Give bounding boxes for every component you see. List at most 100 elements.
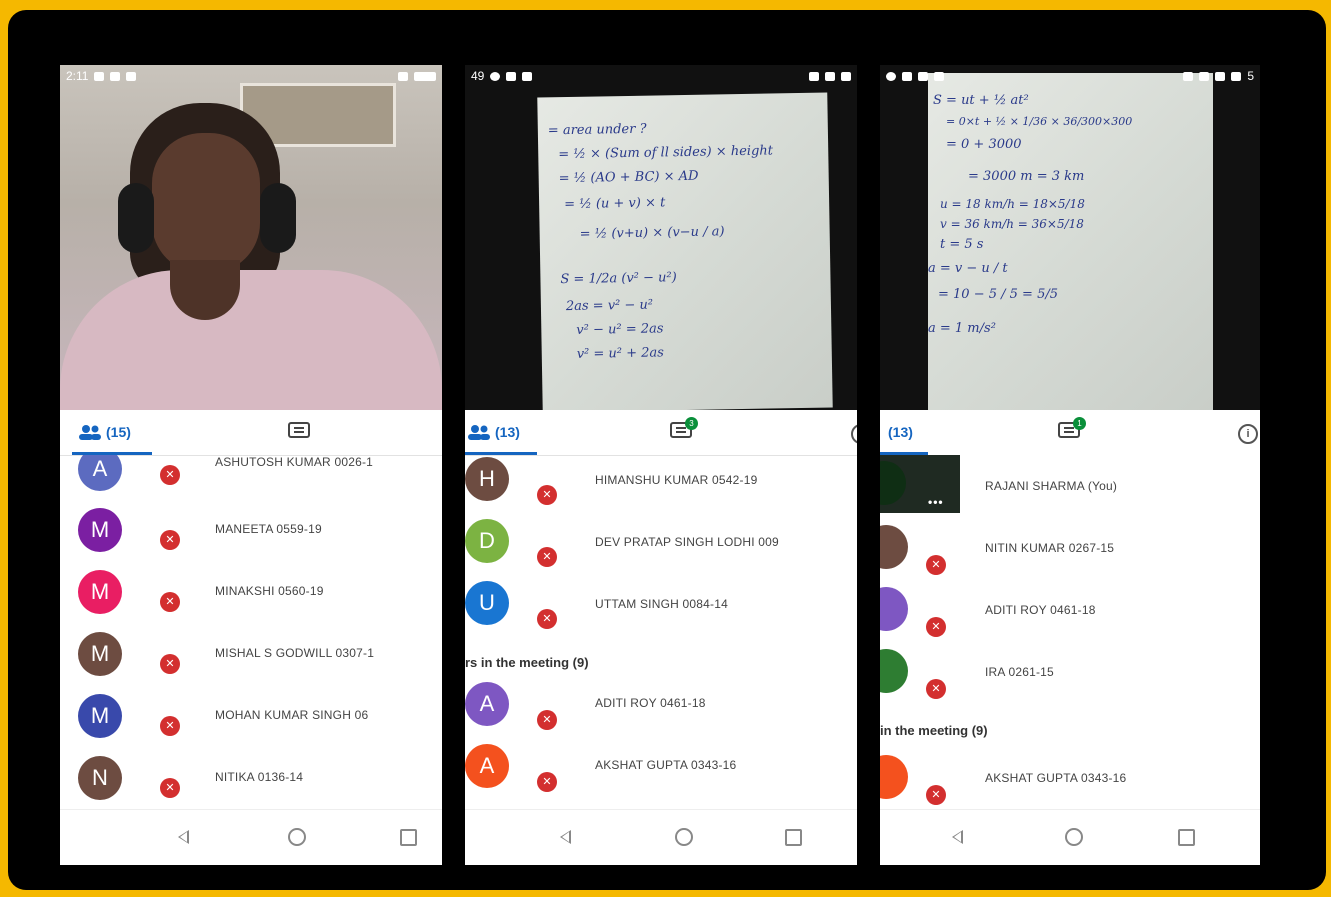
tab-participants[interactable]: (13): [467, 418, 520, 446]
mic-off-icon: ✕: [160, 530, 180, 550]
mic-off-icon: ✕: [160, 654, 180, 674]
recent-apps-icon[interactable]: [400, 829, 417, 846]
home-icon[interactable]: [1065, 828, 1083, 846]
board-line: = ½ × (Sum of ll sides) × height: [558, 143, 774, 163]
chat-icon[interactable]: [288, 422, 310, 438]
list-item[interactable]: ✕ AKSHAT GUPTA 0343-16: [880, 749, 1260, 810]
panel-tabs: (15): [60, 410, 442, 456]
mic-status-icon: [110, 71, 121, 81]
board-line: = area under ?: [547, 121, 647, 139]
mic-off-icon: ✕: [160, 716, 180, 736]
status-bar: 5: [880, 65, 1260, 87]
participant-name: DEV PRATAP SINGH LODHI 009: [595, 535, 779, 549]
participant-name: NITIKA 0136-14: [215, 770, 304, 784]
board-line: u = 18 km/h = 18×5/18: [940, 197, 1085, 211]
list-item[interactable]: D ✕ DEV PRATAP SINGH LODHI 009: [465, 519, 857, 581]
info-icon[interactable]: i: [851, 424, 857, 444]
list-item[interactable]: A ✕ ASHUTOSH KUMAR 0026-1: [60, 455, 442, 509]
phone-screen-3: S = ut + ½ at² = 0×t + ½ × 1/36 × 36/300…: [880, 65, 1260, 865]
people-icon: [79, 425, 101, 440]
participant-name: HIMANSHU KUMAR 0542-19: [595, 473, 758, 487]
board-line: a = 1 m/s²: [928, 321, 996, 336]
chat-icon[interactable]: 1: [1058, 417, 1086, 438]
tab-participants[interactable]: (13): [888, 418, 913, 446]
headphone-right: [260, 183, 296, 253]
section-header: in the meeting (9): [880, 723, 988, 738]
chat-badge: 3: [685, 417, 698, 430]
list-item[interactable]: N ✕ NITIKA 0136-14: [60, 756, 442, 810]
list-item[interactable]: A ✕ ADITI ROY 0461-18: [465, 682, 857, 744]
mute-icon: [809, 71, 819, 81]
status-bar: 2:11: [60, 65, 442, 87]
back-icon[interactable]: [560, 830, 571, 844]
board-line: 2as = v² − u²: [565, 297, 654, 315]
list-item[interactable]: M ✕ MINAKSHI 0560-19: [60, 570, 442, 632]
section-header: rs in the meeting (9): [465, 655, 589, 670]
board-line: = ½ (u + v) × t: [564, 195, 666, 213]
board-line: = ½ (AO + BC) × AD: [558, 168, 699, 187]
participant-name: MINAKSHI 0560-19: [215, 584, 324, 598]
participant-name: ADITI ROY 0461-18: [595, 696, 706, 710]
board-line: = ½ (v+u) × (v−u / a): [579, 224, 725, 242]
recent-apps-icon[interactable]: [1178, 829, 1195, 846]
mic-off-icon: ✕: [926, 555, 946, 575]
participant-name: AKSHAT GUPTA 0343-16: [985, 771, 1127, 785]
mic-off-icon: ✕: [160, 778, 180, 798]
status-time: 49: [471, 69, 485, 83]
participant-list: ••• RAJANI SHARMA (You) ✕ NITIN KUMAR 02…: [880, 455, 1260, 810]
list-item[interactable]: A ✕ AKSHAT GUPTA 0343-16: [465, 744, 857, 806]
board-line: v = 36 km/h = 36×5/18: [940, 217, 1084, 231]
battery-saver-icon: [126, 71, 137, 81]
status-time: 2:11: [66, 69, 89, 83]
board-line: = 0×t + ½ × 1/36 × 36/300×300: [946, 115, 1133, 128]
signal-icon: [841, 71, 851, 81]
notification-icon: [902, 71, 912, 81]
list-item[interactable]: ••• RAJANI SHARMA (You): [880, 455, 1260, 517]
board-line: v² − u² = 2as: [576, 321, 664, 338]
notification-icon: [522, 71, 533, 81]
people-icon: [468, 425, 490, 440]
nfc-icon: [1183, 71, 1194, 81]
list-item[interactable]: ✕ NITIN KUMAR 0267-15: [880, 517, 1260, 579]
screenshot-collage: 2:11 (15) A ✕ ASHUTOSH KUMAR 0026-1 M ✕: [8, 10, 1326, 890]
tab-participants[interactable]: (15): [78, 418, 131, 446]
avatar: M: [78, 632, 122, 676]
home-icon[interactable]: [288, 828, 306, 846]
list-item[interactable]: ✕ IRA 0261-15: [880, 643, 1260, 705]
list-item[interactable]: M ✕ MISHAL S GODWILL 0307-1: [60, 632, 442, 694]
status-right-text: 5: [1247, 69, 1254, 83]
signal-icon: [1231, 71, 1242, 81]
participant-name: MISHAL S GODWILL 0307-1: [215, 646, 375, 660]
more-options-icon[interactable]: •••: [928, 495, 944, 509]
back-icon[interactable]: [952, 830, 963, 844]
panel-tabs: (13) 3 i: [465, 410, 857, 456]
participants-count: (15): [106, 424, 131, 440]
wifi-icon: [1215, 71, 1226, 81]
participant-name: MOHAN KUMAR SINGH 06: [215, 708, 369, 722]
mic-off-icon: ✕: [537, 485, 557, 505]
list-item[interactable]: H ✕ HIMANSHU KUMAR 0542-19: [465, 455, 857, 517]
avatar: M: [78, 694, 122, 738]
notification-icon: [94, 71, 105, 81]
mute-icon: [1199, 71, 1210, 81]
nfc-icon: [398, 71, 408, 81]
info-icon[interactable]: i: [1238, 424, 1258, 444]
phone-screen-2: = area under ? = ½ × (Sum of ll sides) ×…: [465, 65, 857, 865]
participant-list: H ✕ HIMANSHU KUMAR 0542-19 D ✕ DEV PRATA…: [465, 455, 857, 810]
avatar: [880, 587, 908, 631]
list-item[interactable]: ✕ ADITI ROY 0461-18: [880, 581, 1260, 643]
list-item[interactable]: M ✕ MOHAN KUMAR SINGH 06: [60, 694, 442, 756]
video-feed: S = ut + ½ at² = 0×t + ½ × 1/36 × 36/300…: [880, 65, 1260, 410]
mic-off-icon: ✕: [926, 679, 946, 699]
list-item[interactable]: U ✕ UTTAM SINGH 0084-14: [465, 581, 857, 643]
chat-icon[interactable]: 3: [670, 417, 698, 438]
android-nav-bar: [465, 809, 857, 865]
avatar: N: [78, 756, 122, 800]
list-item[interactable]: M ✕ MANEETA 0559-19: [60, 508, 442, 570]
home-icon[interactable]: [675, 828, 693, 846]
recent-apps-icon[interactable]: [785, 829, 802, 846]
mic-off-icon: ✕: [160, 465, 180, 485]
back-icon[interactable]: [178, 830, 189, 844]
android-nav-bar: [60, 809, 442, 865]
whiteboard: = area under ? = ½ × (Sum of ll sides) ×…: [537, 92, 833, 410]
